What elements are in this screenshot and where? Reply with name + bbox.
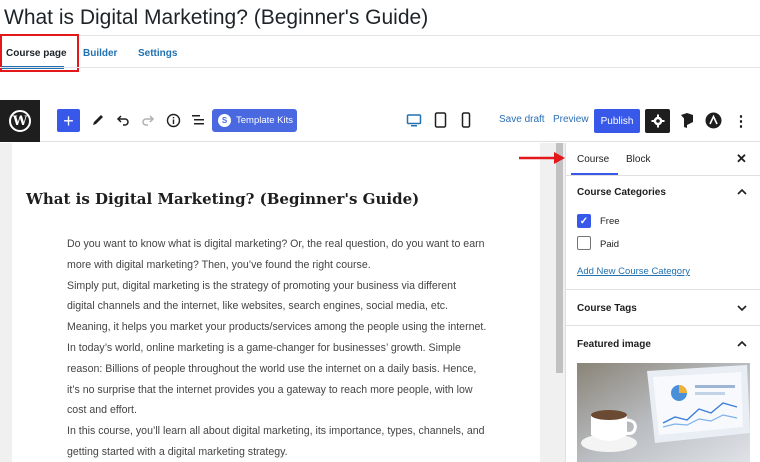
paragraph-line: In this course, you’ll learn all about d… bbox=[67, 425, 485, 438]
close-icon: ✕ bbox=[736, 151, 747, 166]
panel-divider bbox=[566, 289, 760, 290]
template-kits-button[interactable]: S Template Kits bbox=[212, 109, 297, 132]
tools-button[interactable] bbox=[88, 110, 108, 130]
paragraph-line: Meaning, it helps you market your produc… bbox=[67, 321, 487, 334]
more-options-button[interactable]: ⋮ bbox=[733, 111, 749, 131]
preview-button[interactable]: Preview bbox=[553, 114, 589, 125]
tablet-preview-button[interactable] bbox=[431, 110, 449, 130]
info-icon bbox=[166, 113, 180, 127]
plugin-p-button[interactable] bbox=[677, 111, 696, 130]
sidebar-tab-block[interactable]: Block bbox=[626, 154, 650, 165]
template-kits-label: Template Kits bbox=[236, 115, 294, 126]
save-draft-button[interactable]: Save draft bbox=[499, 114, 545, 125]
desktop-icon bbox=[406, 113, 422, 126]
plugin-a-icon bbox=[705, 112, 722, 129]
gear-icon bbox=[651, 114, 664, 128]
sidebar-tab-course[interactable]: Course bbox=[577, 154, 609, 165]
course-categories-title: Course Categories bbox=[577, 187, 666, 198]
settings-button[interactable] bbox=[645, 109, 670, 133]
wordpress-logo-icon[interactable]: W bbox=[0, 100, 40, 142]
annotation-arrow-icon bbox=[519, 152, 565, 164]
undo-button[interactable] bbox=[113, 110, 133, 130]
paragraph-line: In today’s world, online marketing is a … bbox=[67, 341, 461, 354]
paragraph-line: it’s no surprise that the internet provi… bbox=[67, 383, 473, 396]
category-free-label: Free bbox=[600, 216, 620, 227]
chevron-down-icon bbox=[737, 305, 747, 312]
course-tags-title: Course Tags bbox=[577, 303, 637, 314]
featured-image-title: Featured image bbox=[577, 339, 651, 350]
paragraph-line: getting started with a digital marketing… bbox=[67, 445, 288, 458]
sidebar-tabs: Course Block ✕ bbox=[566, 143, 760, 176]
post-content[interactable]: Do you want to know what is digital mark… bbox=[67, 234, 497, 462]
redo-icon bbox=[142, 115, 155, 126]
list-view-button[interactable] bbox=[188, 110, 208, 130]
list-view-icon bbox=[191, 115, 204, 125]
header-divider bbox=[0, 35, 760, 36]
course-tags-panel-toggle[interactable]: Course Tags bbox=[566, 294, 760, 324]
chevron-up-icon bbox=[737, 340, 747, 347]
tab-builder[interactable]: Builder bbox=[83, 48, 117, 59]
paragraph-line: reason: Billions of people throughout th… bbox=[67, 362, 477, 375]
paragraph-line: cost and effort. bbox=[67, 404, 137, 417]
close-sidebar-button[interactable]: ✕ bbox=[736, 151, 747, 167]
post-title[interactable]: What is Digital Marketing? (Beginner's G… bbox=[26, 190, 419, 208]
course-categories-panel-toggle[interactable]: Course Categories bbox=[566, 178, 760, 208]
chevron-up-icon bbox=[737, 188, 747, 195]
tab-settings[interactable]: Settings bbox=[138, 48, 177, 59]
page-tabs: Course page Builder Settings bbox=[0, 38, 760, 69]
editor-toolbar: W + S Template Kits Save draft Preview P… bbox=[0, 100, 760, 142]
page-title: What is Digital Marketing? (Beginner's G… bbox=[4, 6, 429, 29]
featured-image-thumbnail[interactable] bbox=[577, 363, 750, 462]
mobile-icon bbox=[461, 112, 471, 128]
template-kits-icon: S bbox=[218, 114, 231, 127]
paragraph-line: more with digital marketing? Then, you’v… bbox=[67, 258, 371, 271]
panel-divider bbox=[566, 325, 760, 326]
mobile-preview-button[interactable] bbox=[457, 110, 475, 130]
tabs-divider bbox=[0, 67, 760, 68]
featured-image-panel-toggle[interactable]: Featured image bbox=[566, 330, 760, 360]
undo-icon bbox=[116, 115, 129, 126]
add-new-course-category-link[interactable]: Add New Course Category bbox=[577, 266, 690, 277]
pen-icon bbox=[93, 115, 103, 125]
plugin-p-icon bbox=[680, 113, 693, 128]
paragraph-line: Simply put, digital marketing is the str… bbox=[67, 279, 457, 292]
editor-scrollbar[interactable] bbox=[555, 143, 564, 462]
category-free-checkbox[interactable]: ✓ bbox=[577, 214, 591, 228]
featured-image-picture bbox=[577, 363, 750, 462]
kebab-icon: ⋮ bbox=[733, 113, 749, 130]
category-paid-checkbox[interactable] bbox=[577, 236, 591, 250]
category-paid-label: Paid bbox=[600, 239, 620, 250]
editor-scrollbar-thumb[interactable] bbox=[556, 143, 563, 373]
settings-sidebar: Course Block ✕ Course Categories ✓ Free … bbox=[565, 143, 760, 462]
publish-button[interactable]: Publish bbox=[594, 109, 640, 133]
add-block-button[interactable]: + bbox=[57, 109, 80, 132]
redo-button[interactable] bbox=[138, 110, 158, 130]
plus-icon: + bbox=[63, 110, 74, 131]
details-button[interactable] bbox=[163, 110, 183, 130]
paragraph-line: digital channels and the internet, like … bbox=[67, 300, 449, 313]
plugin-a-button[interactable] bbox=[704, 111, 723, 130]
sidebar-active-tab-indicator bbox=[571, 173, 618, 175]
desktop-preview-button[interactable] bbox=[405, 110, 423, 130]
tablet-icon bbox=[434, 112, 446, 128]
paragraph-line: Do you want to know what is digital mark… bbox=[67, 238, 485, 250]
